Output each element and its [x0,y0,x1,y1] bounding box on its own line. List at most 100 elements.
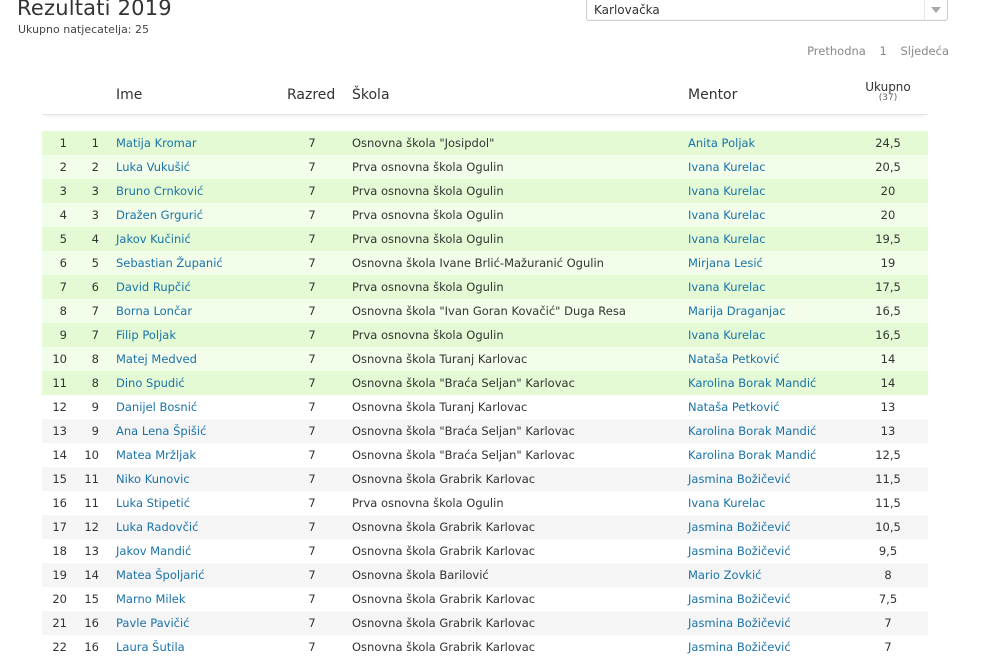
county-select-value: Karlovačka [594,3,660,17]
cell-mentor-link[interactable]: Ivana Kurelac [688,280,766,294]
cell-position: 18 [52,544,67,558]
cell-name-link[interactable]: Niko Kunovic [116,472,190,486]
cell-name-link[interactable]: Borna Lončar [116,304,192,318]
cell-school: Osnovna škola Barilović [352,568,489,582]
pagination-prev[interactable]: Prethodna [807,44,866,58]
cell-name-link[interactable]: Marno Milek [116,592,186,606]
cell-rank: 8 [91,352,99,366]
cell-grade: 7 [308,448,316,462]
pagination-next[interactable]: Sljedeća [900,44,949,58]
cell-school: Prva osnovna škola Ogulin [352,496,504,510]
cell-mentor-link[interactable]: Mario Zovkić [688,568,761,582]
cell-mentor-link[interactable]: Jasmina Božičević [688,544,791,558]
cell-position: 17 [52,520,67,534]
cell-name-link[interactable]: Matea Špoljarić [116,568,205,582]
cell-total: 14 [880,352,896,366]
cell-school: Osnovna škola Grabrik Karlovac [352,544,536,558]
cell-mentor-link[interactable]: Karolina Borak Mandić [688,448,816,462]
cell-rank: 7 [91,304,99,318]
cell-mentor-link[interactable]: Marija Draganjac [688,304,786,318]
cell-school: Osnovna škola "Ivan Goran Kovačić" Duga … [352,304,626,318]
cell-mentor-link[interactable]: Ivana Kurelac [688,184,766,198]
cell-grade: 7 [308,136,316,150]
cell-mentor-link[interactable]: Ivana Kurelac [688,208,766,222]
cell-school: Prva osnovna škola Ogulin [352,328,504,342]
cell-name-link[interactable]: Matija Kromar [116,136,197,150]
cell-name-link[interactable]: Laura Šutila [116,640,185,654]
cell-grade: 7 [308,592,316,606]
pagination-current[interactable]: 1 [880,44,887,58]
cell-school: Osnovna škola "Braća Seljan" Karlovac [352,448,575,462]
table-row: 15 11 Niko Kunovic 7 Osnovna škola Grabrik K… [42,467,928,491]
cell-name-link[interactable]: Sebastian Županić [116,256,223,270]
cell-name-link[interactable]: Jakov Kučinić [116,232,191,246]
cell-total: 8 [884,568,892,582]
cell-mentor-link[interactable]: Jasmina Božičević [688,592,791,606]
column-header-skola[interactable]: Škola [352,87,390,103]
table-row: 12 9 Danijel Bosnić 7 Osnovna škola Turanj K… [42,395,928,419]
cell-mentor-link[interactable]: Ivana Kurelac [688,160,766,174]
cell-rank: 6 [91,280,99,294]
chevron-down-icon[interactable] [924,0,947,20]
cell-name-link[interactable]: Ana Lena Špišić [116,424,206,438]
table-row: 22 16 Laura Šutila 7 Osnovna škola Grabrik K… [42,635,928,659]
cell-name-link[interactable]: David Rupčić [116,280,191,294]
cell-name-link[interactable]: Luka Vukušić [116,160,190,174]
cell-name-link[interactable]: Filip Poljak [116,328,176,342]
cell-position: 22 [52,640,67,654]
cell-mentor-link[interactable]: Ivana Kurelac [688,328,766,342]
cell-position: 15 [52,472,67,486]
cell-mentor-link[interactable]: Karolina Borak Mandić [688,376,816,390]
cell-mentor-link[interactable]: Ivana Kurelac [688,232,766,246]
cell-position: 9 [59,328,67,342]
cell-grade: 7 [308,472,316,486]
participant-count: Ukupno natjecatelja: 25 [18,23,150,36]
cell-mentor-link[interactable]: Jasmina Božičević [688,520,791,534]
cell-school: Prva osnovna škola Ogulin [352,184,504,198]
column-header-mentor[interactable]: Mentor [688,87,737,103]
cell-grade: 7 [308,208,316,222]
cell-total: 16,5 [875,304,901,318]
cell-total: 13 [880,424,896,438]
cell-name-link[interactable]: Pavle Pavičić [116,616,190,630]
cell-total: 12,5 [875,448,901,462]
cell-grade: 7 [308,184,316,198]
cell-grade: 7 [308,424,316,438]
cell-mentor-link[interactable]: Jasmina Božičević [688,640,791,654]
cell-mentor-link[interactable]: Ivana Kurelac [688,496,766,510]
cell-mentor-link[interactable]: Anita Poljak [688,136,755,150]
cell-mentor-link[interactable]: Jasmina Božičević [688,616,791,630]
cell-name-link[interactable]: Luka Stipetić [116,496,190,510]
cell-school: Prva osnovna škola Ogulin [352,232,504,246]
cell-name-link[interactable]: Matea Mržljak [116,448,196,462]
cell-school: Osnovna škola "Braća Seljan" Karlovac [352,424,575,438]
cell-rank: 12 [84,520,99,534]
column-header-ime[interactable]: Ime [116,87,142,103]
cell-name-link[interactable]: Dražen Grgurić [116,208,203,222]
cell-name-link[interactable]: Dino Spudić [116,376,185,390]
cell-total: 20,5 [875,160,901,174]
cell-total: 9,5 [878,544,898,558]
county-select[interactable]: Karlovačka [586,0,948,21]
cell-name-link[interactable]: Luka Radovčić [116,520,198,534]
table-row: 1 1 Matija Kromar 7 Osnovna škola "Josipdol"… [42,131,928,155]
cell-name-link[interactable]: Matej Medved [116,352,197,366]
cell-name-link[interactable]: Jakov Mandić [116,544,191,558]
cell-mentor-link[interactable]: Jasmina Božičević [688,472,791,486]
cell-rank: 15 [84,592,99,606]
cell-position: 21 [52,616,67,630]
table-row: 18 13 Jakov Mandić 7 Osnovna škola Grabrik K… [42,539,928,563]
column-header-ukupno[interactable]: Ukupno (37) [860,81,916,103]
pagination: Prethodna 1 Sljedeća [797,44,949,58]
cell-total: 19 [880,256,896,270]
table-row: 19 14 Matea Špoljarić 7 Osnovna škola Barilo… [42,563,928,587]
cell-name-link[interactable]: Bruno Crnković [116,184,203,198]
cell-mentor-link[interactable]: Karolina Borak Mandić [688,424,816,438]
cell-mentor-link[interactable]: Nataša Petković [688,352,780,366]
cell-rank: 3 [91,184,99,198]
column-header-razred[interactable]: Razred [287,87,335,103]
cell-position: 7 [59,280,67,294]
cell-mentor-link[interactable]: Mirjana Lesić [688,256,763,270]
cell-name-link[interactable]: Danijel Bosnić [116,400,197,414]
cell-mentor-link[interactable]: Nataša Petković [688,400,780,414]
